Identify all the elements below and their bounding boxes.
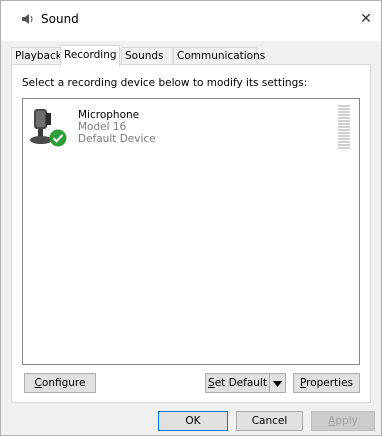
tab-sounds-label: Sounds — [125, 50, 164, 62]
tab-sounds[interactable]: Sounds — [121, 47, 173, 65]
device-model: Model 16 — [78, 121, 127, 133]
level-meter-segment — [338, 132, 350, 134]
level-meter-segment — [338, 120, 350, 122]
set-default-button[interactable]: Set Default — [205, 373, 270, 393]
set-default-accel: S — [208, 377, 215, 389]
properties-button[interactable]: Properties — [293, 373, 360, 393]
configure-button[interactable]: Configure — [24, 373, 96, 393]
speaker-icon — [21, 12, 35, 26]
level-meter-segment — [338, 111, 350, 113]
check-icon — [49, 129, 67, 147]
tab-playback-label: Playback — [15, 50, 62, 62]
tab-communications[interactable]: Communications — [173, 47, 265, 65]
level-meter-segment — [338, 114, 350, 116]
sound-dialog: Sound ✕ Playback Recording Sounds Commun… — [0, 0, 382, 436]
level-meter-segment — [338, 147, 350, 149]
tab-communications-label: Communications — [177, 50, 266, 62]
level-meter-segment — [338, 144, 350, 146]
level-meter-segment — [338, 117, 350, 119]
ok-label: OK — [185, 415, 201, 427]
set-default-label: et Default — [214, 377, 267, 389]
level-meter-segment — [338, 129, 350, 131]
apply-button[interactable]: Apply — [311, 411, 375, 431]
close-icon: ✕ — [360, 11, 372, 27]
device-status: Default Device — [78, 133, 156, 145]
title-bar: Sound ✕ — [1, 1, 381, 41]
level-meter-segment — [338, 123, 350, 125]
cancel-label: Cancel — [251, 415, 288, 427]
level-meter-segment — [338, 141, 350, 143]
configure-accel: C — [34, 377, 42, 389]
instruction-text: Select a recording device below to modif… — [22, 77, 308, 89]
level-meter-segment — [338, 135, 350, 137]
tab-strip: Playback Recording Sounds Communications — [11, 45, 371, 67]
level-meter-segment — [338, 105, 350, 107]
device-list[interactable]: Microphone Model 16 Default Device — [22, 98, 360, 365]
level-meter-segment — [338, 138, 350, 140]
set-default-dropdown[interactable] — [269, 373, 286, 393]
window-title: Sound — [41, 12, 79, 26]
level-meter-segment — [338, 126, 350, 128]
properties-label: roperties — [306, 377, 354, 389]
apply-label: pply — [335, 415, 358, 427]
ok-button[interactable]: OK — [158, 411, 228, 431]
tab-recording[interactable]: Recording — [60, 45, 120, 67]
tab-playback[interactable]: Playback — [11, 47, 62, 65]
level-meter — [338, 105, 350, 149]
recording-panel: Select a recording device below to modif… — [11, 64, 371, 403]
level-meter-segment — [338, 108, 350, 110]
close-button[interactable]: ✕ — [351, 1, 381, 37]
device-name: Microphone — [78, 109, 140, 121]
list-item-microphone[interactable]: Microphone Model 16 Default Device — [27, 103, 355, 153]
triangle-down-icon — [273, 377, 282, 390]
cancel-button[interactable]: Cancel — [236, 411, 303, 431]
configure-label: onfigure — [41, 377, 86, 389]
device-text: Microphone Model 16 Default Device — [78, 109, 156, 145]
tab-recording-label: Recording — [64, 49, 117, 61]
